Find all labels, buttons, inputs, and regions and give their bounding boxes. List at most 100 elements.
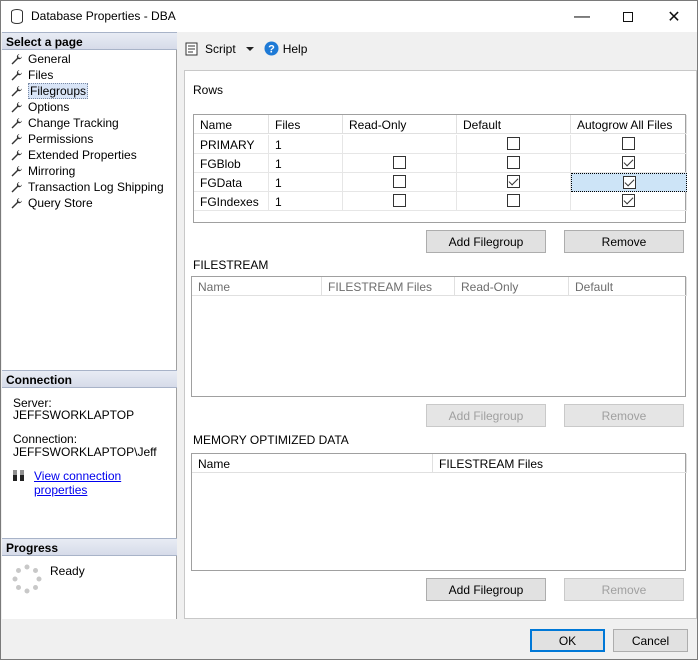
autogrow-checkbox[interactable] bbox=[622, 194, 635, 207]
help-button[interactable]: ? Help bbox=[264, 41, 308, 56]
wrench-icon bbox=[11, 197, 22, 208]
title-bar: Database Properties - DBA — ✕ bbox=[1, 1, 697, 32]
nav-item-change-tracking[interactable]: Change Tracking bbox=[10, 115, 119, 131]
progress-spinner-icon bbox=[12, 564, 42, 594]
wrench-icon bbox=[11, 133, 22, 144]
nav-item-label: Query Store bbox=[28, 196, 93, 210]
cancel-button[interactable]: Cancel bbox=[613, 629, 688, 652]
column-header[interactable]: Name bbox=[194, 115, 269, 134]
grid-cell-read-only[interactable] bbox=[343, 192, 457, 211]
nav-item-permissions[interactable]: Permissions bbox=[10, 131, 93, 147]
database-properties-window: Database Properties - DBA — ✕ Select a p… bbox=[0, 0, 698, 660]
column-header[interactable]: Name bbox=[192, 454, 433, 473]
filestream-add-filegroup-button[interactable]: Add Filegroup bbox=[426, 404, 546, 427]
nav-item-files[interactable]: Files bbox=[10, 67, 53, 83]
connection-header: Connection bbox=[2, 370, 177, 388]
column-header[interactable]: Name bbox=[192, 277, 322, 296]
filestream-remove-button[interactable]: Remove bbox=[564, 404, 684, 427]
ok-button[interactable]: OK bbox=[530, 629, 605, 652]
wrench-icon bbox=[11, 101, 22, 112]
column-header[interactable]: Default bbox=[457, 115, 571, 134]
script-icon bbox=[185, 42, 198, 55]
grid-cell-default[interactable] bbox=[457, 192, 571, 211]
filestream-grid: Name FILESTREAM Files Read-Only Default bbox=[191, 276, 687, 397]
grid-cell-autogrow[interactable] bbox=[571, 173, 687, 192]
column-header[interactable]: FILESTREAM Files bbox=[322, 277, 455, 296]
minimize-button[interactable]: — bbox=[559, 1, 605, 32]
rows-add-filegroup-button[interactable]: Add Filegroup bbox=[426, 230, 546, 253]
grid-cell-autogrow[interactable] bbox=[571, 135, 687, 154]
progress-header: Progress bbox=[2, 538, 177, 556]
rows-grid: Name Files Read-Only Default Autogrow All Fi… bbox=[193, 114, 687, 223]
help-label: Help bbox=[282, 41, 308, 56]
close-button[interactable]: ✕ bbox=[651, 1, 697, 32]
autogrow-checkbox[interactable] bbox=[622, 156, 635, 169]
database-icon bbox=[11, 9, 23, 24]
nav-item-transaction-log-shipping[interactable]: Transaction Log Shipping bbox=[10, 179, 164, 195]
grid-cell-default[interactable] bbox=[457, 154, 571, 173]
nav-item-label: Mirroring bbox=[28, 164, 76, 178]
column-header[interactable]: FILESTREAM Files bbox=[433, 454, 687, 473]
default-checkbox[interactable] bbox=[507, 156, 520, 169]
column-header[interactable]: Default bbox=[569, 277, 687, 296]
rows-remove-button[interactable]: Remove bbox=[564, 230, 684, 253]
connection-label: Connection: bbox=[13, 432, 78, 446]
nav-item-general[interactable]: General bbox=[10, 51, 71, 67]
connection-value: JEFFSWORKLAPTOP\Jeff bbox=[13, 445, 157, 459]
server-value: JEFFSWORKLAPTOP bbox=[13, 408, 135, 422]
svg-text:?: ? bbox=[268, 44, 275, 56]
wrench-icon bbox=[11, 181, 22, 192]
wrench-icon bbox=[11, 85, 22, 96]
grid-cell-default[interactable] bbox=[457, 135, 571, 154]
nav-item-extended-properties[interactable]: Extended Properties bbox=[10, 147, 137, 163]
nav-item-mirroring[interactable]: Mirroring bbox=[10, 163, 75, 179]
wrench-icon bbox=[11, 117, 22, 128]
wrench-icon bbox=[11, 53, 22, 64]
wrench-icon bbox=[11, 69, 22, 80]
grid-cell-read-only[interactable] bbox=[343, 154, 457, 173]
grid-cell-files: 1 bbox=[269, 173, 343, 192]
grid-cell-autogrow[interactable] bbox=[571, 192, 687, 211]
wrench-icon bbox=[11, 149, 22, 160]
grid-cell-name: FGBlob bbox=[194, 154, 269, 173]
right-pane: Script ? Help Rows Name Files Read-Only Def… bbox=[178, 32, 697, 619]
grid-cell-default[interactable] bbox=[457, 173, 571, 192]
filestream-title: FILESTREAM bbox=[193, 258, 269, 272]
view-connection-properties-link[interactable]: View connection properties bbox=[34, 469, 176, 497]
rows-title: Rows bbox=[193, 83, 224, 97]
grid-cell-read-only[interactable] bbox=[343, 135, 457, 154]
default-checkbox[interactable] bbox=[507, 175, 520, 188]
column-header[interactable]: Read-Only bbox=[343, 115, 457, 134]
wrench-icon bbox=[11, 165, 22, 176]
script-label: Script bbox=[205, 41, 236, 56]
grid-cell-read-only[interactable] bbox=[343, 173, 457, 192]
progress-status: Ready bbox=[50, 564, 85, 578]
default-checkbox[interactable] bbox=[507, 137, 520, 150]
column-header[interactable]: Read-Only bbox=[455, 277, 569, 296]
read-only-checkbox[interactable] bbox=[393, 194, 406, 207]
filegroups-content: Rows Name Files Read-Only Default Autogrow A… bbox=[184, 70, 697, 619]
read-only-checkbox[interactable] bbox=[393, 156, 406, 169]
memory-add-filegroup-button[interactable]: Add Filegroup bbox=[426, 578, 546, 601]
chevron-down-icon[interactable] bbox=[242, 44, 258, 54]
nav-item-label: Change Tracking bbox=[28, 116, 119, 130]
grid-cell-name: FGIndexes bbox=[194, 192, 269, 211]
read-only-checkbox[interactable] bbox=[393, 175, 406, 188]
grid-cell-name: PRIMARY bbox=[194, 135, 269, 154]
maximize-button[interactable] bbox=[605, 1, 651, 32]
window-title: Database Properties - DBA bbox=[31, 9, 176, 23]
nav-item-options[interactable]: Options bbox=[10, 99, 69, 115]
nav-item-query-store[interactable]: Query Store bbox=[10, 195, 93, 211]
nav-item-filegroups[interactable]: Filegroups bbox=[10, 83, 89, 99]
script-button[interactable]: Script bbox=[185, 42, 258, 56]
grid-cell-autogrow[interactable] bbox=[571, 154, 687, 173]
toolbar: Script ? Help bbox=[178, 32, 697, 65]
column-header[interactable]: Files bbox=[269, 115, 343, 134]
memory-remove-button[interactable]: Remove bbox=[564, 578, 684, 601]
column-header[interactable]: Autogrow All Files bbox=[571, 115, 687, 134]
grid-cell-files: 1 bbox=[269, 135, 343, 154]
nav-item-label: Extended Properties bbox=[28, 148, 137, 162]
autogrow-checkbox[interactable] bbox=[623, 176, 636, 189]
default-checkbox[interactable] bbox=[507, 194, 520, 207]
autogrow-checkbox[interactable] bbox=[622, 137, 635, 150]
